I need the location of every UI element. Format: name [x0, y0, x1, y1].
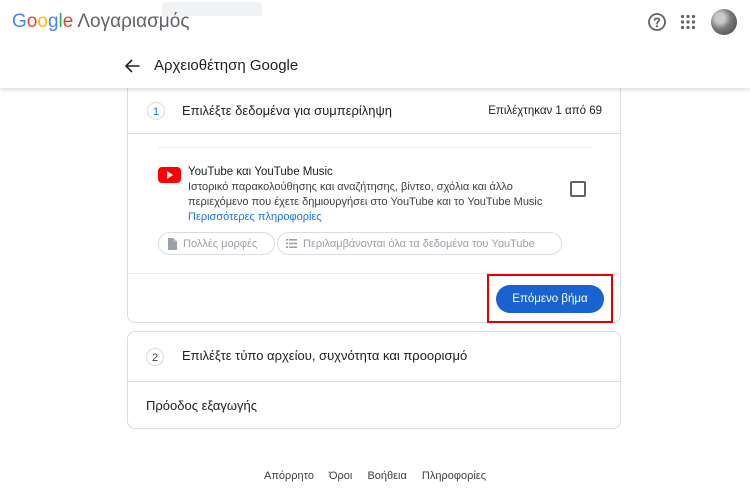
- footer: Απόρρητο Όροι Βοήθεια Πληροφορίες: [0, 470, 750, 482]
- divider: [128, 133, 620, 134]
- footer-link-terms[interactable]: Όροι: [329, 470, 352, 482]
- data-scope-chip[interactable]: Περιλαμβάνονται όλα τα δεδομένα του YouT…: [277, 232, 562, 255]
- step-title: Επιλέξτε τύπο αρχείου, συχνότητα και προ…: [182, 348, 468, 363]
- step-1-header[interactable]: 1 Επιλέξτε δεδομένα για συμπερίληψη Επιλ…: [128, 95, 620, 129]
- next-step-button[interactable]: Επόμενο βήμα: [496, 285, 604, 313]
- logo-letter: o: [26, 11, 38, 32]
- divider: [158, 147, 591, 148]
- step-number: 1: [147, 102, 165, 120]
- avatar[interactable]: [711, 9, 737, 35]
- youtube-icon: [158, 167, 181, 183]
- top-bar: Google Λογαριασμός: [0, 0, 750, 44]
- footer-link-privacy[interactable]: Απόρρητο: [264, 470, 314, 482]
- selected-count: Επιλέχτηκαν 1 από 69: [488, 105, 602, 117]
- next-step-highlight: Επόμενο βήμα: [487, 274, 613, 323]
- chip-label: Πολλές μορφές: [183, 237, 258, 250]
- logo-letter: e: [62, 11, 74, 32]
- arrow-back-icon[interactable]: [120, 54, 144, 78]
- step-2-header[interactable]: 2 Επιλέξτε τύπο αρχείου, συχνότητα και π…: [128, 332, 620, 381]
- format-chip[interactable]: Πολλές μορφές: [158, 232, 275, 255]
- more-info-link[interactable]: Περισσότερες πληροφορίες: [188, 210, 322, 224]
- google-account-logo[interactable]: Google Λογαριασμός: [12, 11, 189, 33]
- file-icon: [168, 237, 177, 250]
- youtube-include-checkbox[interactable]: [570, 181, 586, 197]
- help-icon[interactable]: [646, 11, 668, 33]
- export-progress-label: Πρόοδος εξαγωγής: [146, 398, 258, 413]
- logo-letter: o: [37, 11, 48, 32]
- product-name: YouTube και YouTube Music: [188, 166, 333, 178]
- google-logo: Google: [12, 11, 73, 33]
- step-title: Επιλέξτε δεδομένα για συμπερίληψη: [182, 103, 393, 118]
- step-1-card: 1 Επιλέξτε δεδομένα για συμπερίληψη Επιλ…: [127, 80, 621, 323]
- list-icon: [286, 239, 297, 248]
- logo-letter: g: [47, 11, 59, 32]
- chip-label: Περιλαμβάνονται όλα τα δεδομένα του YouT…: [303, 237, 535, 250]
- page-title: Αρχειοθέτηση Google: [154, 57, 299, 74]
- product-description: Ιστορικό παρακολούθησης και αναζήτησης, …: [188, 181, 543, 208]
- step-number: 2: [146, 348, 164, 366]
- page-header: Αρχειοθέτηση Google: [0, 44, 750, 88]
- account-label: Λογαριασμός: [77, 11, 190, 32]
- divider: [128, 381, 620, 382]
- logo-letter: G: [12, 11, 27, 32]
- footer-link-about[interactable]: Πληροφορίες: [422, 470, 486, 482]
- step-2-card: 2 Επιλέξτε τύπο αρχείου, συχνότητα και π…: [127, 331, 621, 429]
- footer-link-help[interactable]: Βοήθεια: [367, 470, 406, 482]
- apps-grid-icon[interactable]: [677, 11, 699, 33]
